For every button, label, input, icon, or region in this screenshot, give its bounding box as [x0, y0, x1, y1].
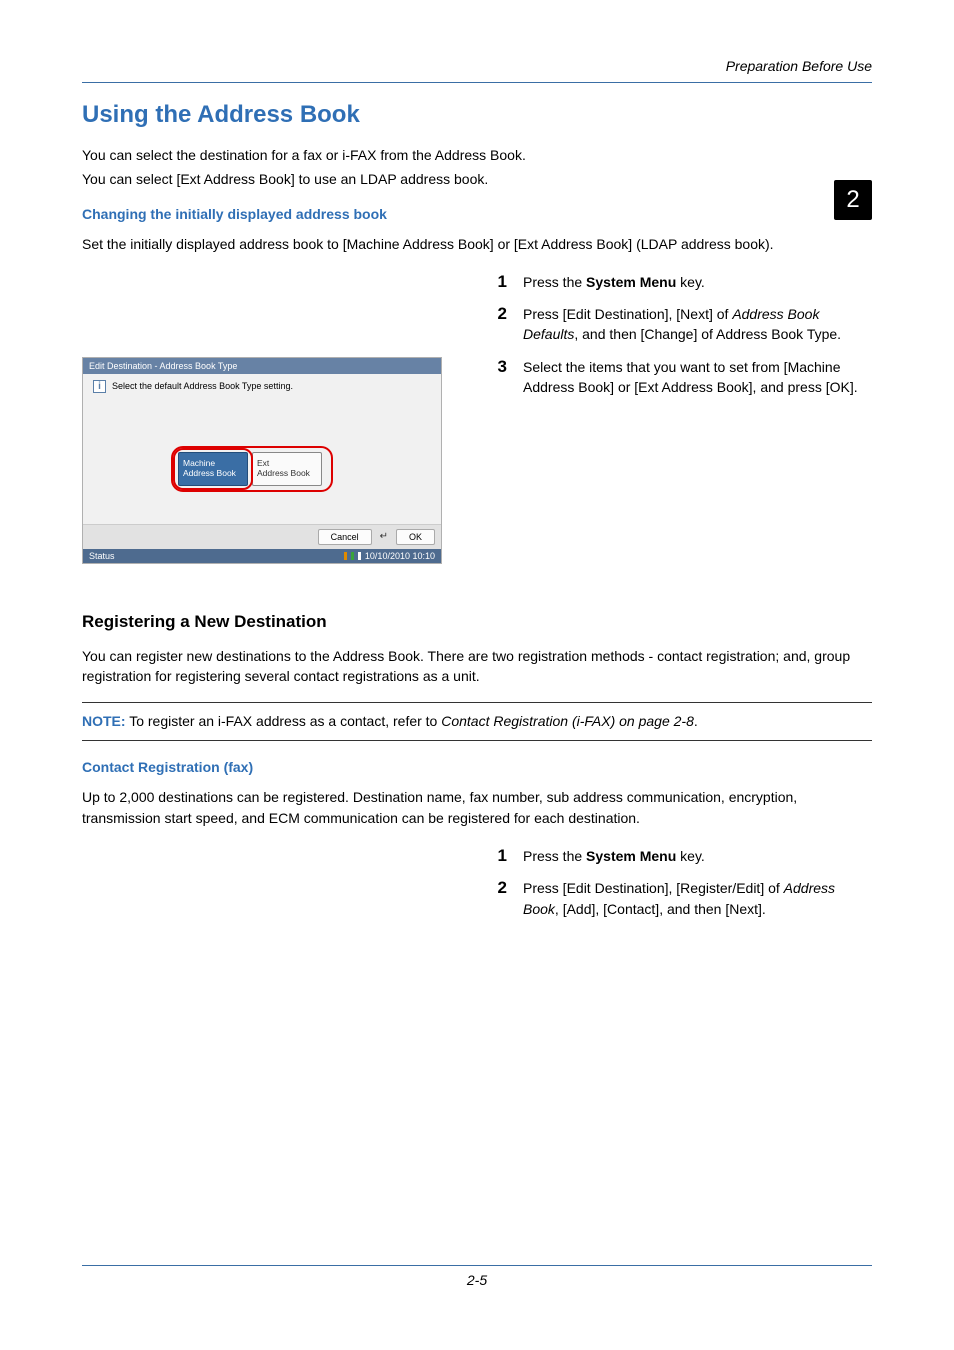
section-title: Using the Address Book: [82, 101, 872, 129]
panel-figure: Edit Destination - Address Book Type i S…: [82, 357, 447, 564]
cf-step-1-b: System Menu: [586, 848, 676, 864]
intro-p2: You can select [Ext Address Book] to use…: [82, 169, 872, 189]
status-bar-icon: [344, 552, 347, 560]
panel-machine-l2: Address Book: [183, 469, 243, 479]
step-1-a: Press the: [523, 274, 586, 290]
step-1-b: System Menu: [586, 274, 676, 290]
cf-step-1-a: Press the: [523, 848, 586, 864]
cf-step-2-text: Press [Edit Destination], [Register/Edit…: [523, 878, 872, 919]
register-intro: You can register new destinations to the…: [82, 646, 872, 687]
subhead-contact-fax: Contact Registration (fax): [82, 759, 872, 775]
cf-step-1-text: Press the System Menu key.: [523, 846, 872, 866]
page-number: 2-5: [82, 1272, 872, 1288]
step-3-text: Select the items that you want to set fr…: [523, 357, 872, 398]
cf-step-1-c: key.: [676, 848, 705, 864]
panel-title: Edit Destination - Address Book Type: [83, 358, 441, 374]
note-label: NOTE:: [82, 713, 126, 729]
cf-step-2-number: 2: [487, 878, 507, 898]
subhead-changing: Changing the initially displayed address…: [82, 206, 872, 222]
note-rule-top: [82, 702, 872, 703]
note-line: NOTE: To register an i-FAX address as a …: [82, 711, 872, 732]
note-a: To register an i-FAX address as a contac…: [126, 713, 442, 729]
step-1-c: key.: [676, 274, 705, 290]
info-icon: i: [93, 380, 106, 393]
panel-ext-l2: Address Book: [257, 469, 317, 479]
note-rule-bottom: [82, 740, 872, 741]
changing-intro: Set the initially displayed address book…: [82, 234, 872, 254]
cf-step-1-number: 1: [487, 846, 507, 866]
contact-fax-intro: Up to 2,000 destinations can be register…: [82, 787, 872, 828]
intro-p1: You can select the destination for a fax…: [82, 145, 872, 165]
subsection-title: Registering a New Destination: [82, 612, 872, 632]
header-rule: [82, 82, 872, 83]
panel-info-text: Select the default Address Book Type set…: [112, 381, 293, 391]
step-2-number: 2: [487, 304, 507, 324]
step-1-number: 1: [487, 272, 507, 292]
footer-rule: [82, 1265, 872, 1266]
note-c: .: [694, 713, 698, 729]
step-1-text: Press the System Menu key.: [523, 272, 872, 292]
step-2-text: Press [Edit Destination], [Next] of Addr…: [523, 304, 872, 345]
chapter-badge: 2: [834, 180, 872, 220]
panel-ext-button[interactable]: Ext Address Book: [252, 452, 322, 486]
panel-ok-button[interactable]: OK: [396, 529, 435, 545]
cf-step-2-c: , [Add], [Contact], and then [Next].: [555, 901, 766, 917]
panel-status-label: Status: [89, 551, 115, 561]
enter-icon: ↵: [380, 531, 388, 542]
step-2-a: Press [Edit Destination], [Next] of: [523, 306, 732, 322]
panel-machine-button[interactable]: Machine Address Book: [178, 452, 248, 486]
panel-cancel-button[interactable]: Cancel: [318, 529, 372, 545]
running-header: Preparation Before Use: [82, 58, 872, 74]
cf-step-2-a: Press [Edit Destination], [Register/Edit…: [523, 880, 784, 896]
status-bar-icon: [351, 552, 354, 560]
step-2-c: , and then [Change] of Address Book Type…: [574, 326, 841, 342]
status-bar-icon: [358, 552, 361, 560]
panel-timestamp: 10/10/2010 10:10: [365, 551, 435, 561]
step-3-number: 3: [487, 357, 507, 377]
note-b: Contact Registration (i-FAX) on page 2-8: [441, 713, 694, 729]
